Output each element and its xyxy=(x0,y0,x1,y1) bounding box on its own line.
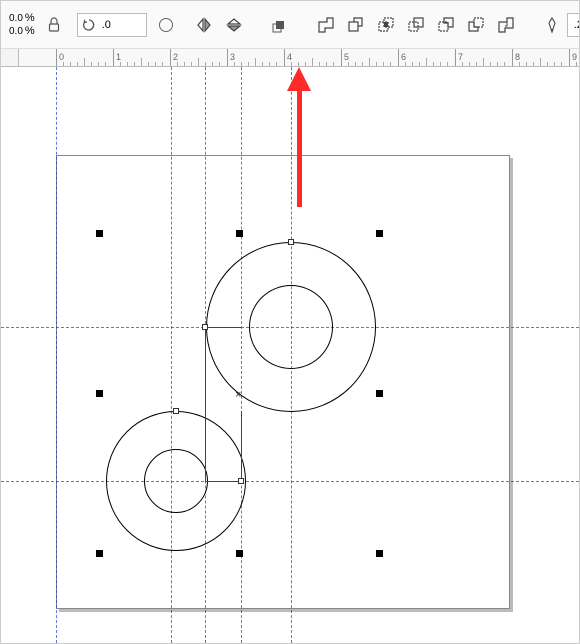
front-minus-back-button[interactable] xyxy=(432,11,460,39)
simplify-icon xyxy=(407,16,425,34)
lock-icon xyxy=(47,16,61,34)
selection-handle[interactable] xyxy=(96,550,103,557)
guide-horizontal[interactable] xyxy=(1,481,579,482)
outline-pen-icon xyxy=(543,16,561,34)
shape-edge xyxy=(241,411,242,481)
intersect-button[interactable] xyxy=(372,11,400,39)
create-boundary-icon xyxy=(497,16,515,34)
weld-icon xyxy=(317,16,335,34)
scale-y-value: 0.0 xyxy=(9,25,23,38)
ruler-label: 0 xyxy=(59,52,64,62)
ruler-label: 8 xyxy=(515,52,520,62)
guide-vertical[interactable] xyxy=(171,67,172,643)
selection-center-icon: × xyxy=(235,389,241,401)
ruler-label: 9 xyxy=(572,52,577,62)
shape-node[interactable] xyxy=(288,239,294,245)
large-donut-inner[interactable] xyxy=(249,285,333,369)
mirror-horizontal-button[interactable] xyxy=(190,11,218,39)
rotation-input[interactable] xyxy=(77,13,147,37)
rotate-icon xyxy=(82,18,96,32)
app-root: 0.0 % 0.0 % xyxy=(0,0,580,644)
selection-handle[interactable] xyxy=(96,390,103,397)
outline-width-input[interactable] xyxy=(567,13,580,37)
selection-handle[interactable] xyxy=(376,550,383,557)
shape-node[interactable] xyxy=(238,478,244,484)
guide-vertical[interactable] xyxy=(56,67,57,643)
ruler-label: 5 xyxy=(344,52,349,62)
outline-pen-button[interactable] xyxy=(538,11,566,39)
ruler-label: 2 xyxy=(173,52,178,62)
ruler-label: 3 xyxy=(230,52,235,62)
shape-node[interactable] xyxy=(202,324,208,330)
to-front-icon xyxy=(271,16,289,34)
mirror-vertical-icon xyxy=(225,16,243,34)
intersect-icon xyxy=(377,16,395,34)
back-minus-front-icon xyxy=(467,16,485,34)
mirror-horizontal-icon xyxy=(195,16,213,34)
selection-handle[interactable] xyxy=(236,550,243,557)
horizontal-ruler[interactable]: 0 1 2 3 4 5 6 7 8 9 xyxy=(19,49,579,67)
ruler-corner[interactable] xyxy=(1,49,19,67)
scale-x-unit: % xyxy=(25,12,35,25)
round-corner-icon[interactable] xyxy=(159,18,173,32)
property-toolbar: 0.0 % 0.0 % xyxy=(1,1,579,49)
scale-coords: 0.0 % 0.0 % xyxy=(3,1,41,49)
front-minus-back-icon xyxy=(437,16,455,34)
lock-aspect[interactable] xyxy=(41,1,67,49)
trim-icon xyxy=(347,16,365,34)
weld-button[interactable] xyxy=(312,11,340,39)
small-donut-inner[interactable] xyxy=(144,449,208,513)
ruler-label: 4 xyxy=(287,52,292,62)
scale-x-value: 0.0 xyxy=(9,12,23,25)
selection-handle[interactable] xyxy=(96,230,103,237)
drawing-canvas[interactable]: × xyxy=(1,67,579,643)
back-minus-front-button[interactable] xyxy=(462,11,490,39)
shape-node[interactable] xyxy=(173,408,179,414)
selection-handle[interactable] xyxy=(376,230,383,237)
shape-edge xyxy=(205,481,241,482)
shape-edge xyxy=(205,327,241,328)
ruler-label: 6 xyxy=(401,52,406,62)
trim-button[interactable] xyxy=(342,11,370,39)
order-to-front-button[interactable] xyxy=(266,11,294,39)
selection-handle[interactable] xyxy=(376,390,383,397)
outline-width-field[interactable] xyxy=(572,18,580,32)
create-boundary-button[interactable] xyxy=(492,11,520,39)
ruler-label: 1 xyxy=(116,52,121,62)
simplify-button[interactable] xyxy=(402,11,430,39)
scale-y-unit: % xyxy=(25,25,35,38)
selection-handle[interactable] xyxy=(236,230,243,237)
shape-edge xyxy=(205,327,206,481)
rotation-field[interactable] xyxy=(100,18,142,32)
ruler-label: 7 xyxy=(458,52,463,62)
mirror-vertical-button[interactable] xyxy=(220,11,248,39)
